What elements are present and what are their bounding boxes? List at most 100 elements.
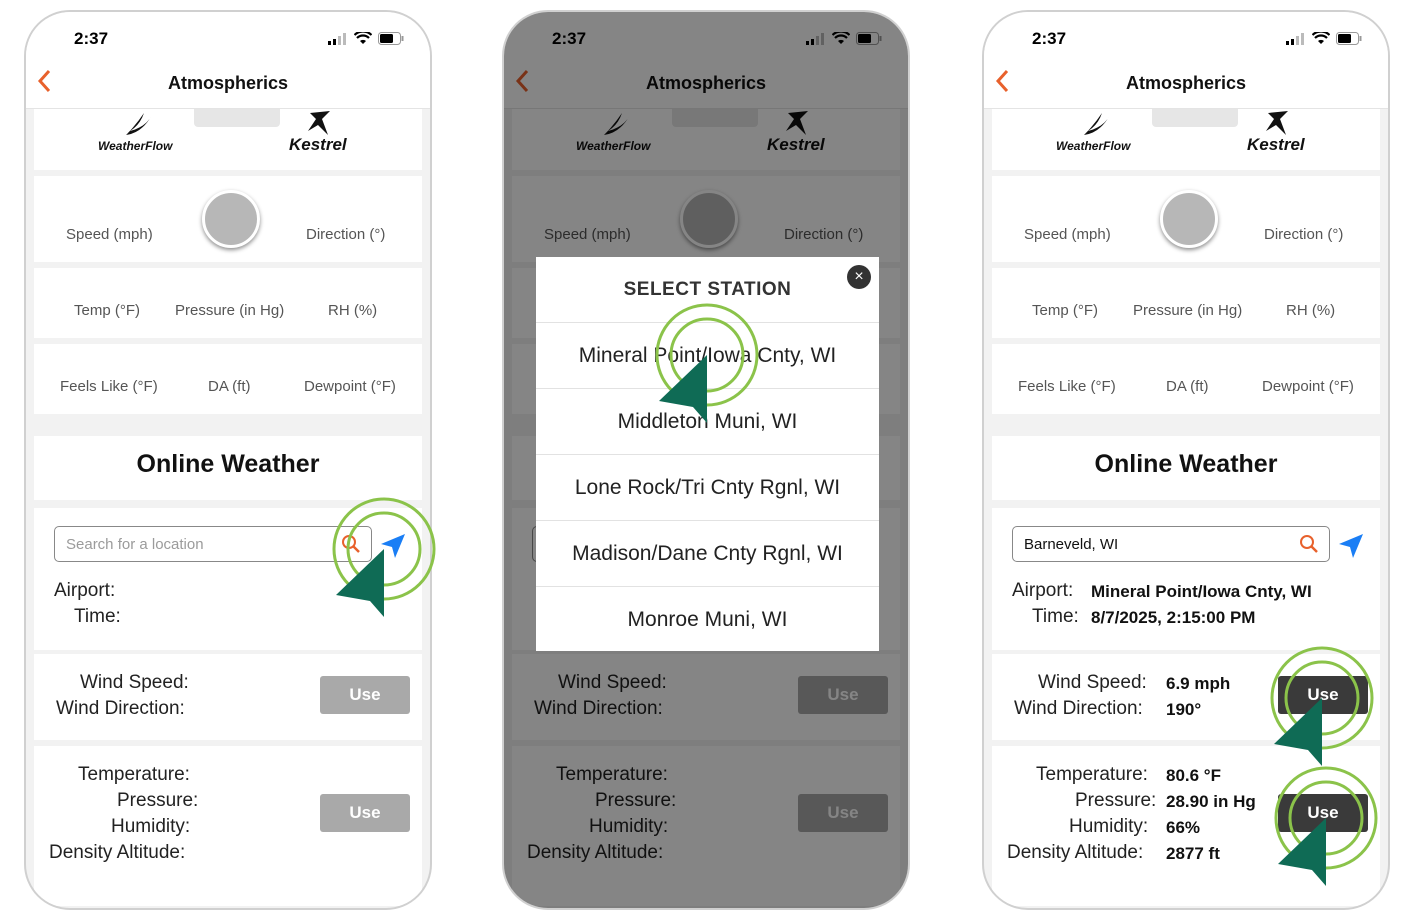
wind-direction-label: Wind Direction: (1014, 698, 1143, 719)
location-search-input[interactable]: Barneveld, WI (1012, 526, 1330, 562)
weatherflow-logo: WeatherFlow (98, 139, 173, 153)
kestrel-logo-icon (308, 111, 330, 135)
kestrel-logo: Kestrel (1247, 135, 1305, 154)
station-option[interactable]: Lone Rock/Tri Cnty Rgnl, WI (536, 454, 879, 520)
pressure-label: Pressure (in Hg) (175, 302, 285, 319)
temp-card: Temp (°F) Pressure (in Hg) RH (%) (34, 268, 422, 338)
humidity-label: Humidity: (111, 816, 191, 837)
rh-label: RH (%) (328, 302, 378, 319)
weatherflow-logo-icon (1084, 113, 1110, 135)
location-search-input[interactable]: Search for a location (54, 526, 372, 562)
hidden-button (194, 109, 280, 127)
online-weather-title: Online Weather (136, 450, 320, 478)
close-icon[interactable]: × (847, 265, 871, 289)
use-wind-button[interactable]: Use (320, 676, 410, 714)
use-atmos-button[interactable]: Use (1278, 794, 1368, 832)
status-bar: 2:37 (26, 12, 430, 62)
nav-bar: Atmospherics (984, 62, 1388, 109)
wind-online-card: Wind Speed: 6.9 mph Wind Direction: 190°… (992, 654, 1380, 740)
nav-bar: Atmospherics (26, 62, 430, 109)
airport-label: Airport: (1012, 580, 1074, 601)
nav-title: Atmospherics (1125, 73, 1247, 93)
station-option[interactable]: Madison/Dane Cnty Rgnl, WI (536, 520, 879, 586)
wind-speed-label: Wind Speed: (1038, 672, 1147, 693)
wind-card: Speed (mph) Direction (°) (34, 176, 422, 262)
status-time: 2:37 (74, 29, 109, 48)
use-atmos-button[interactable]: Use (320, 794, 410, 832)
temperature-value: 80.6 °F (1166, 766, 1221, 785)
wind-speed-value: 6.9 mph (1166, 674, 1231, 693)
speed-label: Speed (mph) (66, 226, 153, 243)
temp-card: Temp (°F) Pressure (in Hg) RH (%) (992, 268, 1380, 338)
feels-card: Feels Like (°F) DA (ft) Dewpoint (°F) (992, 344, 1380, 414)
pressure-online-label: Pressure: (117, 790, 199, 811)
magnifier-icon[interactable] (1299, 534, 1319, 554)
status-time: 2:37 (1032, 29, 1067, 48)
weatherflow-logo: WeatherFlow (1056, 139, 1131, 153)
atmos-online-card: Temperature: 80.6 °F Pressure: 28.90 in … (992, 746, 1380, 906)
search-value: Barneveld, WI (1024, 536, 1119, 553)
feels-like-label: Feels Like (°F) (60, 378, 158, 395)
status-icons (1286, 32, 1362, 45)
feels-card: Feels Like (°F) DA (ft) Dewpoint (°F) (34, 344, 422, 414)
humidity-value: 66% (1166, 818, 1201, 837)
search-placeholder: Search for a location (66, 536, 204, 553)
logo-card: WeatherFlow Kestrel (34, 109, 422, 170)
wind-card: Speed (mph) Direction (°) (992, 176, 1380, 262)
speed-label: Speed (mph) (1024, 226, 1111, 243)
search-card: Search for a location Airport: Time: (34, 508, 422, 650)
kestrel-logo-icon (1266, 111, 1288, 135)
wifi-icon (1312, 32, 1330, 44)
location-arrow-icon[interactable] (379, 532, 407, 560)
wind-gauge[interactable] (1160, 190, 1218, 248)
signal-icon (328, 32, 346, 45)
hidden-button (1152, 109, 1238, 127)
online-weather-title: Online Weather (1094, 450, 1278, 478)
nav-title: Atmospherics (167, 73, 289, 93)
wind-direction-value: 190° (1166, 700, 1202, 719)
weatherflow-logo-icon (126, 113, 152, 135)
online-title-card: Online Weather (992, 436, 1380, 500)
temp-label: Temp (°F) (74, 302, 140, 319)
temperature-label: Temperature: (1036, 764, 1148, 785)
wind-speed-label: Wind Speed: (80, 672, 189, 693)
time-label: Time: (74, 606, 121, 627)
battery-icon (1336, 32, 1362, 45)
status-icons (328, 32, 404, 45)
da-label: DA (ft) (208, 378, 251, 395)
phone-screen-result: 2:37 Atmospherics WeatherFlow Kestrel Sp… (982, 10, 1390, 910)
atmos-online-card: Temperature: Pressure: Humidity: Density… (34, 746, 422, 906)
density-altitude-value: 2877 ft (1166, 844, 1220, 863)
magnifier-icon[interactable] (341, 534, 361, 554)
phone-screen-select-station: 2:37 Atmospherics WeatherFlow Kestrel Sp… (502, 10, 910, 910)
use-wind-button[interactable]: Use (1278, 676, 1368, 714)
airport-value: Mineral Point/Iowa Cnty, WI (1091, 582, 1312, 601)
search-card: Barneveld, WI Airport: Mineral Point/Iow… (992, 508, 1380, 650)
temp-label: Temp (°F) (1032, 302, 1098, 319)
online-title-card: Online Weather (34, 436, 422, 500)
modal-title: SELECT STATION (623, 279, 792, 300)
humidity-label: Humidity: (1069, 816, 1149, 837)
wind-direction-label: Wind Direction: (56, 698, 185, 719)
rh-label: RH (%) (1286, 302, 1336, 319)
dewpoint-label: Dewpoint (°F) (1262, 378, 1354, 395)
phone-screen-initial: 2:37 Atmospherics WeatherFlow Kestrel Sp… (24, 10, 432, 910)
dewpoint-label: Dewpoint (°F) (304, 378, 396, 395)
pressure-online-label: Pressure: (1075, 790, 1157, 811)
temperature-label: Temperature: (78, 764, 190, 785)
direction-label: Direction (°) (306, 226, 386, 243)
station-option[interactable]: Mineral Point/Iowa Cnty, WI (536, 322, 879, 388)
battery-icon (378, 32, 404, 45)
da-label: DA (ft) (1166, 378, 1209, 395)
wind-gauge[interactable] (202, 190, 260, 248)
density-altitude-label: Density Altitude: (49, 842, 186, 863)
station-option[interactable]: Middleton Muni, WI (536, 388, 879, 454)
status-bar: 2:37 (984, 12, 1388, 62)
location-arrow-icon[interactable] (1337, 532, 1365, 560)
time-label: Time: (1032, 606, 1079, 627)
time-value: 8/7/2025, 2:15:00 PM (1091, 608, 1256, 627)
logo-card: WeatherFlow Kestrel (992, 109, 1380, 170)
airport-label: Airport: (54, 580, 116, 601)
pressure-label: Pressure (in Hg) (1133, 302, 1243, 319)
station-option[interactable]: Monroe Muni, WI (536, 586, 879, 652)
